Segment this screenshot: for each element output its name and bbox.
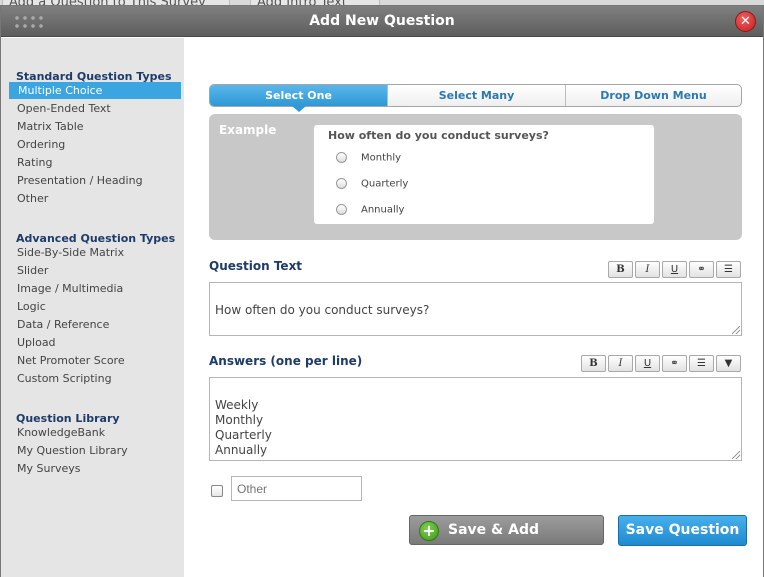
other-checkbox[interactable]	[211, 485, 223, 497]
answers-input[interactable]: Weekly Monthly Quarterly Annually	[209, 377, 742, 461]
radio-button[interactable]	[336, 178, 347, 189]
sidebar-item-my-question-library[interactable]: My Question Library	[17, 442, 128, 459]
active-tab-pointer	[292, 106, 306, 112]
answers-label: Answers (one per line)	[209, 354, 363, 368]
question-text-input[interactable]: How often do you conduct surveys?	[209, 282, 742, 336]
link-icon: ⚭	[697, 264, 706, 275]
sidebar-item-upload[interactable]: Upload	[17, 334, 56, 351]
sidebar-item-net-promoter-score[interactable]: Net Promoter Score	[17, 352, 125, 369]
sidebar-item-ordering[interactable]: Ordering	[17, 136, 65, 153]
question-type-sidebar: Standard Question Types Multiple Choice …	[1, 38, 196, 577]
sidebar-item-custom-scripting[interactable]: Custom Scripting	[17, 370, 112, 387]
sidebar-item-knowledgebank[interactable]: KnowledgeBank	[17, 424, 105, 441]
plus-icon: +	[419, 521, 439, 541]
question-editor: Select One Select Many Drop Down Menu Ex…	[184, 38, 763, 577]
resize-handle[interactable]	[732, 451, 740, 459]
sidebar-item-slider[interactable]: Slider	[17, 262, 48, 279]
italic-button[interactable]: I	[608, 355, 633, 372]
align-icon: ☰	[697, 358, 706, 369]
underline-button[interactable]: U	[635, 355, 660, 372]
sidebar-item-data-reference[interactable]: Data / Reference	[17, 316, 109, 333]
other-option-input[interactable]	[231, 476, 362, 501]
sidebar-item-matrix-table[interactable]: Matrix Table	[17, 118, 84, 135]
radio-button[interactable]	[336, 204, 347, 215]
question-text-value: How often do you conduct surveys?	[215, 303, 430, 317]
answers-toolbar: B I U ⚭ ☰ ▼	[581, 355, 742, 372]
sidebar-item-presentation-heading[interactable]: Presentation / Heading	[17, 172, 143, 189]
question-text-label: Question Text	[209, 259, 303, 273]
align-button[interactable]: ☰	[716, 261, 741, 278]
bold-button[interactable]: B	[581, 355, 606, 372]
underline-button[interactable]: U	[662, 261, 687, 278]
example-label: Example	[219, 123, 277, 137]
sidebar-item-image-multimedia[interactable]: Image / Multimedia	[17, 280, 123, 297]
align-button[interactable]: ☰	[689, 355, 714, 372]
sidebar-item-rating[interactable]: Rating	[17, 154, 52, 171]
resize-handle[interactable]	[732, 326, 740, 334]
example-option-label: Quarterly	[361, 178, 409, 190]
dialog-title: Add New Question	[309, 13, 455, 29]
answers-value: Weekly Monthly Quarterly Annually	[215, 398, 272, 457]
example-option[interactable]: Annually	[336, 204, 404, 216]
sidebar-item-my-surveys[interactable]: My Surveys	[17, 460, 81, 477]
align-icon: ☰	[724, 264, 733, 275]
example-option-label: Annually	[361, 204, 405, 216]
bold-button[interactable]: B	[608, 261, 633, 278]
close-icon: ✕	[740, 14, 751, 29]
link-button[interactable]: ⚭	[689, 261, 714, 278]
dropdown-button[interactable]: ▼	[716, 355, 741, 372]
tab-select-many[interactable]: Select Many	[387, 85, 565, 106]
example-option[interactable]: Quarterly	[336, 178, 408, 190]
sidebar-item-other[interactable]: Other	[17, 190, 48, 207]
question-text-toolbar: B I U ⚭ ☰	[608, 261, 742, 278]
sidebar-item-logic[interactable]: Logic	[17, 298, 46, 315]
example-card: How often do you conduct surveys? Monthl…	[314, 125, 654, 224]
link-icon: ⚭	[670, 358, 679, 369]
example-option-label: Monthly	[361, 152, 402, 164]
answer-type-tabs: Select One Select Many Drop Down Menu	[209, 84, 742, 112]
save-and-add-another-label: Save & Add Another	[448, 522, 539, 566]
sidebar-item-multiple-choice[interactable]: Multiple Choice	[9, 82, 196, 99]
example-question: How often do you conduct surveys?	[328, 129, 549, 142]
add-question-dialog: Add New Question ✕ Standard Question Typ…	[0, 5, 764, 577]
sidebar-item-label: Multiple Choice	[18, 84, 103, 97]
save-question-button[interactable]: Save Question	[618, 515, 747, 546]
save-and-add-another-button[interactable]: + Save & Add Another	[409, 515, 604, 566]
italic-button[interactable]: I	[635, 261, 660, 278]
dialog-titlebar[interactable]: Add New Question ✕	[1, 6, 763, 37]
link-button[interactable]: ⚭	[662, 355, 687, 372]
radio-button[interactable]	[336, 152, 347, 163]
close-button[interactable]: ✕	[735, 11, 756, 32]
sidebar-item-open-ended-text[interactable]: Open-Ended Text	[17, 100, 111, 117]
tab-select-one[interactable]: Select One	[210, 85, 387, 106]
tab-drop-down-menu[interactable]: Drop Down Menu	[565, 85, 741, 106]
sidebar-item-side-by-side-matrix[interactable]: Side-By-Side Matrix	[17, 244, 124, 261]
example-preview: Example How often do you conduct surveys…	[209, 114, 742, 240]
example-option[interactable]: Monthly	[336, 152, 401, 164]
chevron-down-icon: ▼	[724, 358, 733, 369]
